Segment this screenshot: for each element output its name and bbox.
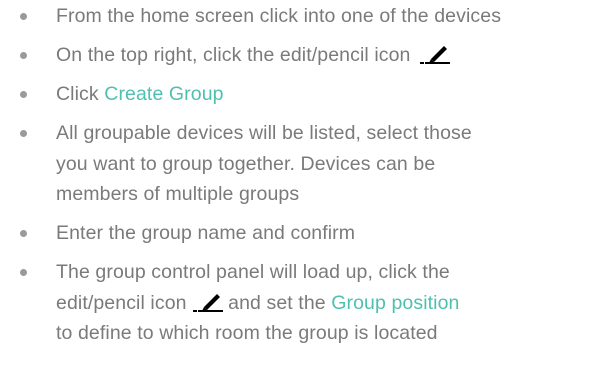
- bullet-icon: [20, 13, 27, 20]
- step-6-line-2-a: edit/pencil icon: [56, 291, 187, 314]
- step-5-text: Enter the group name and confirm: [56, 222, 356, 244]
- list-item-step-3: Click Create Group: [0, 79, 597, 110]
- step-6-line-2-b: and set the: [222, 291, 332, 314]
- list-item-step-4: All groupable devices will be listed, se…: [0, 118, 597, 210]
- step-3-text: Click: [56, 83, 105, 105]
- pencil-icon: [192, 293, 223, 312]
- bullet-icon: [20, 52, 27, 59]
- step-6-line-2: edit/pencil icon and set the Group posit…: [56, 288, 591, 319]
- bullet-icon: [20, 91, 27, 98]
- step-4-line-3: members of multiple groups: [56, 183, 300, 205]
- list-item-step-1: From the home screen click into one of t…: [0, 1, 597, 32]
- list-item-step-5: Enter the group name and confirm: [0, 218, 597, 249]
- step-4-line-1: All groupable devices will be listed, se…: [56, 122, 472, 144]
- group-position-link[interactable]: Group position: [331, 292, 459, 314]
- bullet-icon: [20, 269, 27, 276]
- pencil-icon: [420, 46, 451, 64]
- create-group-link[interactable]: Create Group: [104, 83, 223, 105]
- bullet-icon: [20, 130, 27, 137]
- bullet-icon: [20, 230, 27, 237]
- step-6-line-1: The group control panel will load up, cl…: [56, 261, 450, 283]
- step-2-text: On the top right, click the edit/pencil …: [56, 44, 411, 66]
- instruction-list: From the home screen click into one of t…: [0, 0, 597, 349]
- list-item-step-2: On the top right, click the edit/pencil …: [0, 40, 597, 71]
- step-1-text: From the home screen click into one of t…: [56, 5, 502, 27]
- list-item-step-6: The group control panel will load up, cl…: [0, 257, 597, 349]
- step-4-line-2: you want to group together. Devices can …: [56, 152, 436, 175]
- step-6-line-3: to define to which room the group is loc…: [56, 322, 438, 344]
